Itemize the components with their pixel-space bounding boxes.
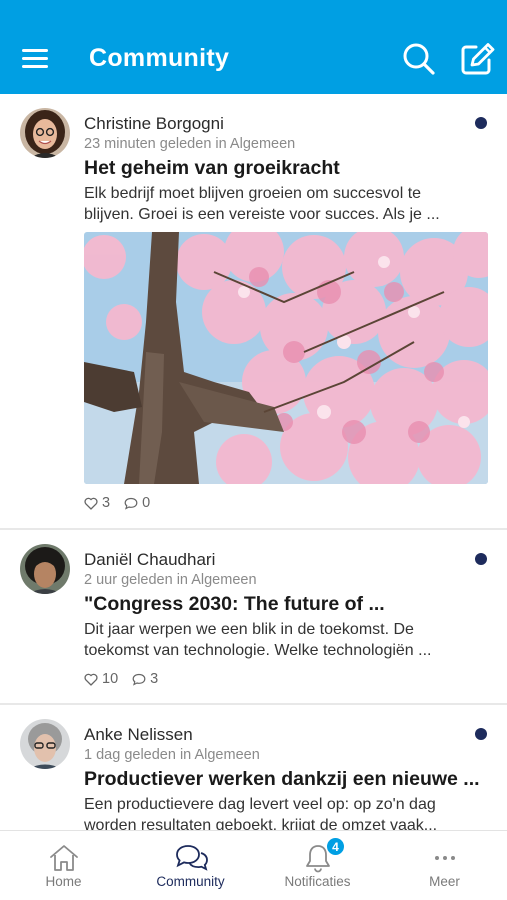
comment-icon — [132, 673, 146, 686]
tab-community[interactable]: Community — [127, 831, 254, 900]
comment-button[interactable]: 3 — [132, 671, 158, 687]
post-excerpt[interactable]: Elk bedrijf moet blijven groeien om succ… — [84, 183, 489, 225]
post-stats: 3 0 — [84, 495, 164, 511]
unread-indicator — [475, 728, 487, 740]
like-button[interactable]: 3 — [84, 495, 110, 511]
tab-home[interactable]: Home — [0, 831, 127, 900]
comment-button[interactable]: 0 — [124, 495, 150, 511]
avatar[interactable] — [20, 719, 70, 769]
post-excerpt[interactable]: Een productievere dag levert veel op: op… — [84, 794, 489, 830]
post-author[interactable]: Daniël Chaudhari — [84, 550, 215, 570]
post-card[interactable]: Christine Borgogni 23 minuten geleden in… — [0, 94, 507, 530]
post-excerpt[interactable]: Dit jaar werpen we een blik in de toekom… — [84, 619, 489, 661]
tab-more[interactable]: Meer — [381, 831, 507, 900]
tab-notifications[interactable]: Notificaties — [254, 831, 381, 900]
heart-icon — [84, 673, 98, 686]
more-dots-icon — [428, 843, 462, 873]
chat-bubbles-icon — [174, 843, 208, 873]
post-author[interactable]: Anke Nelissen — [84, 725, 193, 745]
comment-count: 3 — [150, 671, 159, 687]
post-stats: 10 3 — [84, 671, 172, 687]
menu-icon[interactable] — [22, 49, 48, 69]
post-excerpt-line: toekomst van technologie. Welke technolo… — [84, 642, 432, 659]
tab-label: Home — [45, 874, 82, 889]
tab-label: Notificaties — [284, 874, 351, 889]
search-icon[interactable] — [402, 42, 436, 76]
post-excerpt-line: blijven. Groei is een vereiste voor succ… — [84, 206, 440, 223]
home-icon — [47, 843, 81, 873]
like-count: 3 — [102, 495, 111, 511]
post-card[interactable]: Anke Nelissen 1 dag geleden in Algemeen … — [0, 705, 507, 830]
comment-count: 0 — [142, 495, 151, 511]
post-excerpt-line: Een productievere dag levert veel op: op… — [84, 796, 436, 813]
post-excerpt-line: Dit jaar werpen we een blik in de toekom… — [84, 621, 414, 638]
post-title[interactable]: Het geheim van groeikracht — [84, 157, 489, 180]
tab-label: Meer — [429, 874, 460, 889]
post-excerpt-line: worden resultaten geboekt, krijgt de omz… — [84, 817, 438, 830]
bottom-tab-bar: Home Community Notificaties Meer — [0, 830, 507, 900]
post-meta: 2 uur geleden in Algemeen — [84, 572, 257, 588]
post-card[interactable]: Daniël Chaudhari 2 uur geleden in Algeme… — [0, 530, 507, 705]
avatar[interactable] — [20, 544, 70, 594]
comment-icon — [124, 497, 138, 510]
post-feed[interactable]: Christine Borgogni 23 minuten geleden in… — [0, 94, 507, 830]
avatar[interactable] — [20, 108, 70, 158]
post-title[interactable]: Productiever werken dankzij een nieuwe .… — [84, 768, 489, 791]
heart-icon — [84, 497, 98, 510]
post-meta: 23 minuten geleden in Algemeen — [84, 136, 296, 152]
post-meta: 1 dag geleden in Algemeen — [84, 747, 260, 763]
post-title[interactable]: "Congress 2030: The future of ... — [84, 593, 489, 616]
compose-icon[interactable] — [460, 42, 495, 76]
notification-badge: 4 — [326, 837, 345, 856]
page-title: Community — [89, 44, 230, 72]
app-header: Community — [0, 0, 507, 94]
unread-indicator — [475, 117, 487, 129]
like-button[interactable]: 10 — [84, 671, 118, 687]
post-image[interactable] — [84, 232, 488, 484]
unread-indicator — [475, 553, 487, 565]
tab-label: Community — [156, 874, 225, 889]
like-count: 10 — [102, 671, 119, 687]
post-author[interactable]: Christine Borgogni — [84, 114, 224, 134]
post-excerpt-line: Elk bedrijf moet blijven groeien om succ… — [84, 185, 422, 202]
